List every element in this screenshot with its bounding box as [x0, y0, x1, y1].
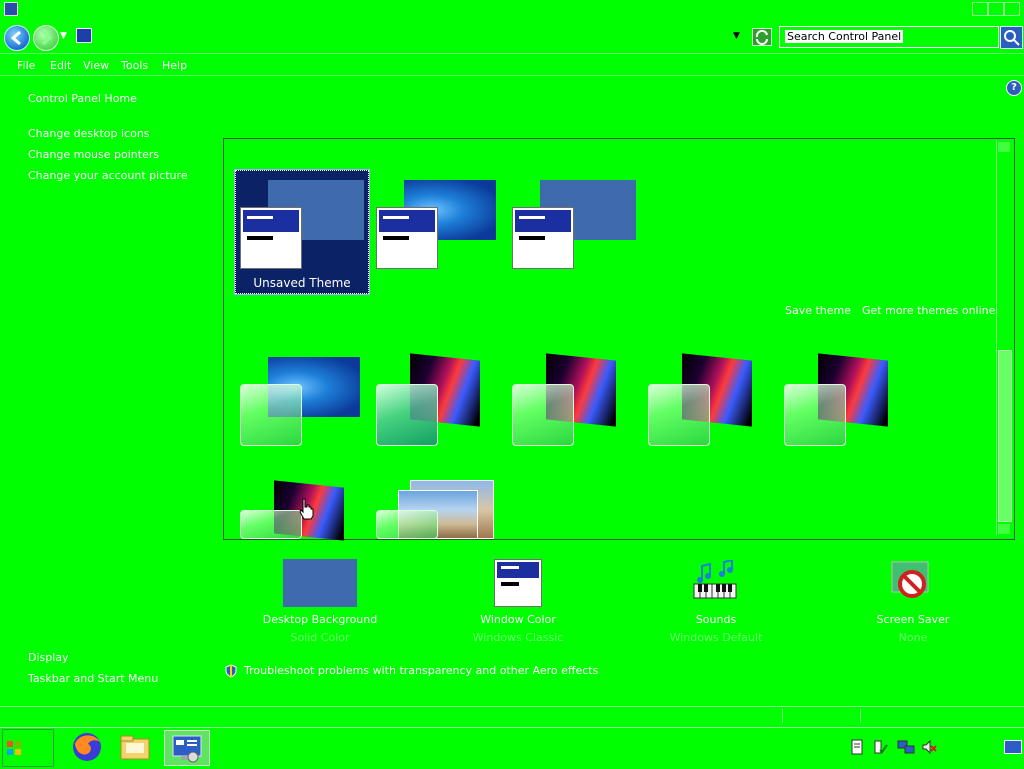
help-button[interactable]: ?: [1006, 80, 1022, 96]
change-account-picture-link[interactable]: Change your account picture: [28, 169, 188, 182]
theme-aero-2-glass: [376, 384, 438, 446]
address-bar[interactable]: [76, 27, 748, 47]
control-panel-home-link[interactable]: Control Panel Home: [28, 92, 137, 105]
menu-view[interactable]: View: [83, 59, 109, 72]
scroll-thumb[interactable]: [998, 350, 1012, 522]
theme-aero-5-glass: [784, 384, 846, 446]
sounds-value: Windows Default: [669, 631, 763, 644]
desktop-background-label[interactable]: Desktop Background: [240, 613, 400, 626]
menu-separator-top: [0, 53, 1024, 54]
theme-aero-windows7-glass: [240, 384, 302, 446]
screen-saver-label[interactable]: Screen Saver: [833, 613, 993, 626]
control-panel-icon: [172, 735, 202, 763]
scroll-down-button[interactable]: [998, 524, 1010, 534]
theme-basic-windows7-window-preview: [376, 207, 438, 269]
close-button[interactable]: [1004, 2, 1020, 16]
theme-aero-3-glass: [512, 384, 574, 446]
back-button[interactable]: [4, 25, 30, 51]
show-desktop-button[interactable]: [1004, 740, 1022, 754]
status-bar: [0, 706, 1024, 725]
sounds-label[interactable]: Sounds: [636, 613, 796, 626]
action-center-icon[interactable]: [872, 739, 888, 755]
menu-file[interactable]: File: [17, 59, 35, 72]
window-color-value: Windows Classic: [472, 631, 564, 644]
taskbar-start-menu-link[interactable]: Taskbar and Start Menu: [28, 672, 158, 685]
search-button[interactable]: [1000, 26, 1023, 49]
firefox-icon[interactable]: [70, 730, 104, 764]
theme-aero-7-glass: [376, 510, 438, 539]
start-button[interactable]: [2, 729, 54, 767]
search-input[interactable]: Search Control Panel: [785, 30, 904, 43]
menu-help[interactable]: Help: [162, 59, 187, 72]
file-explorer-icon[interactable]: [118, 730, 152, 764]
taskbar: [0, 727, 1024, 769]
theme-aero-6-glass: [240, 510, 302, 539]
back-arrow-icon: [10, 30, 21, 46]
control-panel-icon: [76, 28, 92, 43]
status-segment: [860, 709, 861, 723]
menu-separator-bottom: [0, 75, 1024, 76]
change-mouse-pointers-link[interactable]: Change mouse pointers: [28, 148, 159, 161]
refresh-button[interactable]: [752, 28, 772, 46]
theme-aero-4-glass: [648, 384, 710, 446]
screen-saver-icon[interactable]: [888, 558, 936, 606]
troubleshoot-link[interactable]: Troubleshoot problems with transparency …: [244, 664, 598, 677]
network-icon[interactable]: [897, 739, 915, 755]
recent-pages-dropdown[interactable]: ▼: [60, 31, 67, 41]
hand-cursor-icon: [299, 498, 314, 520]
menu-edit[interactable]: Edit: [50, 59, 71, 72]
save-theme-link[interactable]: Save theme: [785, 304, 851, 317]
scroll-up-button[interactable]: [998, 142, 1010, 152]
volume-muted-icon[interactable]: [921, 739, 937, 755]
refresh-icon: [755, 29, 768, 45]
address-dropdown[interactable]: ▼: [733, 31, 740, 41]
windows-logo-icon: [7, 741, 21, 755]
change-desktop-icons-link[interactable]: Change desktop icons: [28, 127, 150, 140]
control-panel-taskbar-button[interactable]: [164, 730, 210, 766]
window-app-icon: [4, 2, 18, 16]
desktop-background-icon[interactable]: [283, 559, 357, 607]
shield-icon: [225, 664, 237, 678]
screen-saver-value: None: [898, 631, 928, 644]
get-more-themes-link[interactable]: Get more themes online: [862, 304, 995, 317]
search-icon: [1004, 30, 1020, 46]
theme-unsaved-label: Unsaved Theme: [253, 276, 351, 290]
notes-tray-icon[interactable]: [850, 739, 864, 755]
display-link[interactable]: Display: [28, 651, 69, 664]
theme-unsaved-window-preview: [240, 207, 302, 269]
minimize-button[interactable]: [972, 2, 988, 16]
desktop-background-value: Solid Color: [290, 631, 350, 644]
maximize-button[interactable]: [988, 2, 1004, 16]
theme-classic-window-preview: [512, 207, 574, 269]
forward-button[interactable]: [33, 25, 59, 51]
menu-tools[interactable]: Tools: [121, 59, 148, 72]
window-color-label[interactable]: Window Color: [438, 613, 598, 626]
sounds-icon[interactable]: [690, 560, 740, 606]
status-segment: [782, 709, 783, 723]
forward-arrow-icon: [42, 30, 53, 46]
window-color-icon[interactable]: [494, 559, 542, 607]
help-icon: ?: [1011, 82, 1017, 93]
